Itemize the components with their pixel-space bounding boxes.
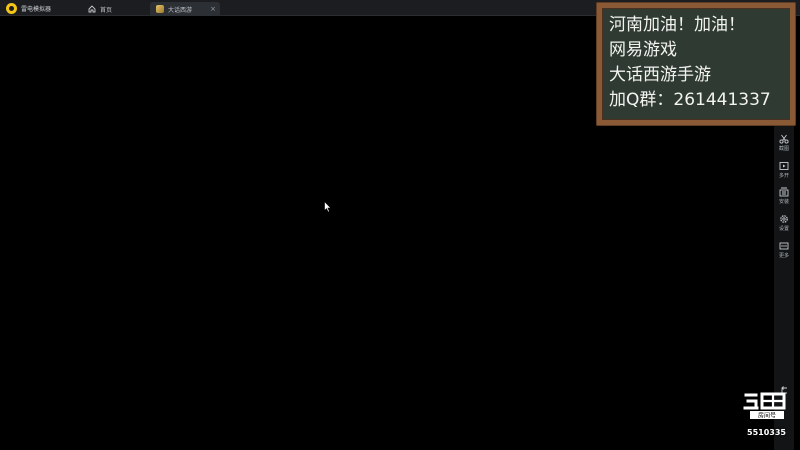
app-title: 雷电模拟器 xyxy=(21,5,52,13)
home-icon xyxy=(88,5,96,13)
board-line-1: 河南加油！加油！ xyxy=(609,15,745,35)
sidebar-item-more[interactable]: 更多 xyxy=(774,239,794,263)
sidebar-label-multi: 多开 xyxy=(778,173,789,179)
ldplayer-logo-icon xyxy=(6,2,17,14)
gear-icon xyxy=(780,215,788,223)
sidebar-item-settings[interactable]: 设置 xyxy=(774,212,794,236)
install-icon xyxy=(779,187,789,197)
room-label: 房间号 xyxy=(758,412,776,420)
sidebar-item-screenshot[interactable]: 截图 xyxy=(774,132,794,156)
sidebar-label-install: 安装 xyxy=(778,199,789,205)
sidebar-item-install[interactable]: 安装 xyxy=(774,185,794,209)
douyu-logo-icon: 房间号 xyxy=(743,392,786,420)
tab-game-label: 大话西游 xyxy=(168,6,193,14)
tab-close-icon[interactable]: × xyxy=(210,5,216,13)
tab-home-label: 首页 xyxy=(100,6,113,14)
scissors-icon xyxy=(779,134,789,144)
chalkboard-surface: 河南加油！加油！ 网易游戏 大话西游手游 加Q群：261441337 xyxy=(602,8,790,120)
multi-instance-icon xyxy=(779,162,789,170)
more-icon xyxy=(779,242,789,250)
app-brand: 雷电模拟器 xyxy=(6,2,51,14)
mouse-cursor-icon xyxy=(324,201,332,213)
douyu-watermark: 房间号 5510335 xyxy=(740,392,796,438)
chalkboard-overlay: 河南加油！加油！ 网易游戏 大话西游手游 加Q群：261441337 xyxy=(596,2,796,126)
sidebar-item-multi[interactable]: 多开 xyxy=(774,159,794,183)
board-line-2: 网易游戏 xyxy=(609,40,677,60)
sidebar-label-settings: 设置 xyxy=(778,226,789,232)
game-icon xyxy=(156,5,164,13)
board-line-4: 加Q群：261441337 xyxy=(609,90,771,110)
room-number: 5510335 xyxy=(747,428,786,437)
board-line-3: 大话西游手游 xyxy=(609,65,711,85)
tab-dahuaxiyou[interactable]: 大话西游 × xyxy=(150,2,220,16)
tab-home[interactable]: 首页 xyxy=(82,2,148,16)
sidebar-label-screenshot: 截图 xyxy=(778,146,789,152)
sidebar-label-more: 更多 xyxy=(778,253,789,259)
